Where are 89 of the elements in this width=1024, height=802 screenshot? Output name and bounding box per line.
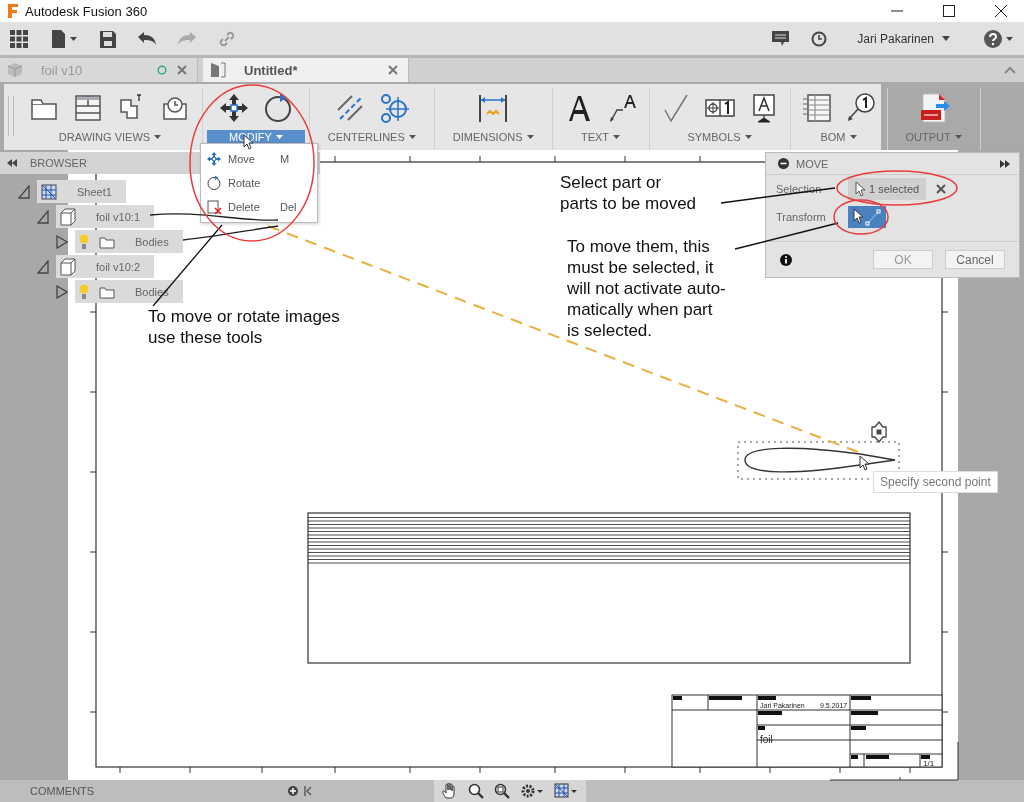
minus-circle-icon[interactable] (778, 158, 789, 169)
caret-icon (954, 135, 962, 139)
grid-icon[interactable] (10, 29, 28, 48)
move-icon (206, 151, 222, 167)
delete-icon (206, 199, 222, 215)
clear-icon[interactable] (936, 184, 947, 194)
layout-icon[interactable] (72, 92, 104, 124)
point-to-point-icon (852, 208, 882, 226)
rotate-icon (206, 175, 222, 191)
tooltip: Specify second point (873, 471, 998, 493)
cursor-icon (859, 455, 869, 471)
zoom-icon[interactable] (468, 783, 484, 799)
comment-icon[interactable] (772, 30, 790, 47)
cube-icon (60, 207, 76, 226)
dialog-title: MOVE (796, 157, 829, 170)
dimension-icon[interactable] (477, 92, 510, 124)
lightbulb-icon[interactable] (79, 233, 89, 250)
help-icon[interactable] (984, 29, 1014, 48)
expand-toggle-icon[interactable] (18, 184, 30, 199)
expand-toggle-icon[interactable] (56, 284, 68, 299)
caret-icon (942, 36, 950, 41)
info-icon[interactable] (780, 253, 792, 266)
document-tab[interactable]: Untitled* (203, 58, 409, 82)
save-icon[interactable] (100, 29, 116, 48)
expand-toggle-icon[interactable] (37, 259, 49, 274)
sheet-icon (41, 183, 57, 200)
lightbulb-icon[interactable] (79, 283, 89, 300)
app-logo-icon (7, 3, 19, 19)
expand-icon[interactable] (999, 159, 1011, 168)
expand-toggle-icon[interactable] (37, 209, 49, 224)
caret-icon (408, 135, 416, 139)
add-icon[interactable] (288, 786, 298, 796)
field-label: Transform (776, 211, 827, 223)
settings-icon[interactable] (520, 783, 544, 799)
table-icon[interactable] (800, 92, 833, 124)
ribbon-group-menu[interactable]: MODIFY (207, 130, 305, 144)
ribbon-group-menu[interactable]: SYMBOLS (673, 130, 766, 144)
caret-icon (744, 135, 752, 139)
undo-icon[interactable] (138, 31, 156, 46)
browser-tree-item[interactable]: Bodies (75, 230, 183, 253)
caret-icon (154, 135, 162, 139)
browser-tree-item[interactable]: Sheet1 (37, 180, 126, 203)
expand-toggle-icon[interactable] (56, 234, 68, 249)
annotation-text: To move or rotate images use these tools (148, 306, 340, 348)
menu-item[interactable]: Rotate (201, 171, 317, 195)
move-handle-icon[interactable] (869, 421, 889, 443)
annotation-text: To move them, this must be selected, it will not activate auto- matically when part is selected. (567, 236, 726, 341)
selection-button[interactable]: 1 selected (848, 178, 927, 200)
window-title: Autodesk Fusion 360 (25, 3, 148, 19)
annotation-text: Select part or parts to be moved (560, 172, 697, 214)
ribbon-group-menu[interactable]: BOM (806, 130, 871, 144)
browser-tree-item[interactable]: foil v10:2 (56, 255, 155, 278)
zoom-window-icon[interactable] (494, 783, 510, 799)
menu-item[interactable]: Delete Del (201, 195, 317, 219)
ribbon-group-menu[interactable]: CENTERLINES (313, 130, 430, 144)
ribbon-group-menu[interactable]: DIMENSIONS (438, 130, 548, 144)
folder-icon (99, 284, 115, 299)
close-icon[interactable] (995, 5, 1007, 17)
status-circle-icon (157, 65, 167, 75)
clock-icon[interactable] (811, 30, 828, 47)
caret-icon (526, 135, 534, 139)
cursor-icon (855, 181, 865, 197)
ribbon-group-menu[interactable]: TEXT (566, 130, 635, 144)
ribbon-group-menu[interactable]: OUTPUT (891, 130, 976, 144)
file-icon[interactable] (50, 29, 78, 48)
folder-icon (99, 234, 115, 249)
grid-display-icon[interactable] (554, 783, 578, 799)
browser-tree-item[interactable]: foil v10:1 (56, 205, 155, 228)
dialog-button[interactable]: Cancel (945, 250, 1005, 269)
collapse-icon[interactable] (304, 786, 312, 796)
collapse-panel-icon[interactable] (6, 159, 18, 167)
field-label: Selection (776, 183, 823, 195)
menu-item[interactable]: Move M (201, 147, 317, 171)
transform-button[interactable] (848, 206, 886, 228)
drawing-icon (210, 62, 226, 78)
cube-icon (60, 257, 76, 276)
drawing-title-text: foil (760, 734, 773, 745)
dialog-button[interactable]: OK (873, 250, 933, 269)
cube-icon (7, 62, 23, 78)
panel-title: BROWSER (30, 157, 87, 169)
user-menu[interactable]: Jari Pakarinen (849, 31, 958, 46)
sheet-number-text: 1/1 (923, 759, 935, 768)
caret-icon (275, 135, 283, 139)
caret-icon (613, 135, 621, 139)
pan-hand-icon[interactable] (442, 783, 458, 799)
caret-icon (849, 135, 857, 139)
comments-label: COMMENTS (30, 785, 96, 797)
maximize-icon[interactable] (943, 5, 955, 17)
ribbon-group-menu[interactable]: DRAWING VIEWS (44, 130, 176, 144)
